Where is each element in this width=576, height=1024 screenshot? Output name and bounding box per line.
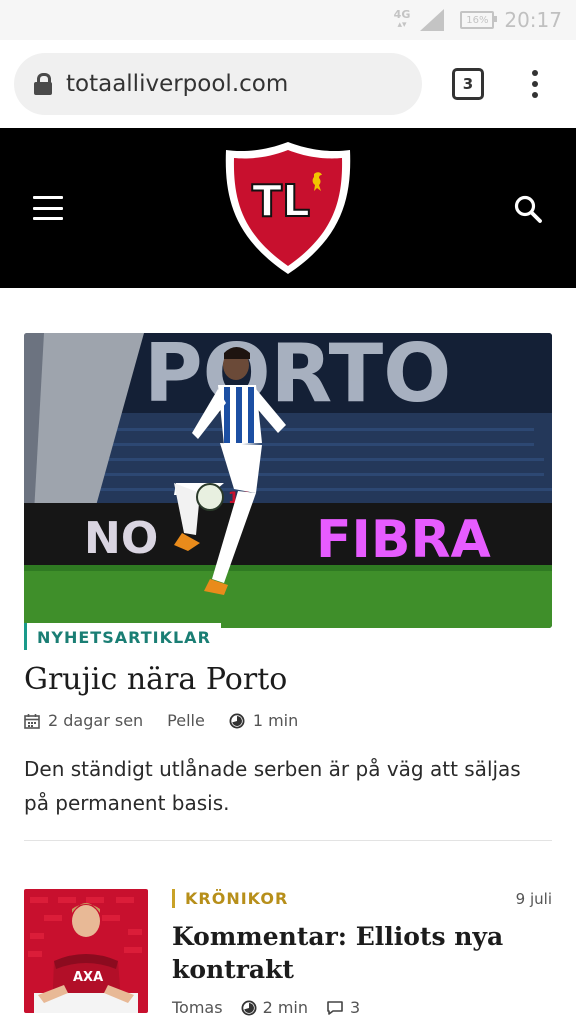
battery-level: 16% bbox=[466, 14, 489, 26]
read-time: 2 min bbox=[262, 998, 309, 1017]
overflow-menu-icon[interactable] bbox=[532, 70, 538, 98]
article-divider bbox=[24, 840, 552, 841]
status-bar: 4G ▴▾ 16% 20:17 bbox=[0, 0, 576, 40]
clock-icon bbox=[241, 1000, 257, 1015]
article-excerpt: Den ständigt utlånade serben är på väg a… bbox=[24, 757, 521, 815]
article-thumbnail[interactable]: AXA bbox=[24, 889, 148, 1013]
article-author[interactable]: Tomas bbox=[172, 998, 223, 1017]
battery-icon: 16% bbox=[460, 11, 498, 29]
article-meta: Tomas 2 min 3 bbox=[172, 998, 552, 1017]
ad-board-text: FIBRA bbox=[316, 510, 491, 570]
comment-icon[interactable] bbox=[326, 1000, 344, 1016]
featured-article-image[interactable]: PORTO NO FIBRA bbox=[24, 333, 552, 628]
category-label[interactable]: NYHETSARTIKLAR bbox=[24, 623, 221, 650]
ad-board-prefix: NO bbox=[84, 513, 158, 564]
stand-lettering: PORTO bbox=[144, 333, 451, 420]
article-list: PORTO NO FIBRA NYHETSARTIKLAR Grujic när… bbox=[0, 333, 576, 1017]
hamburger-menu-icon[interactable] bbox=[33, 196, 63, 220]
tab-count: 3 bbox=[462, 75, 474, 93]
article-card-header: KRÖNIKOR 9 juli bbox=[172, 889, 552, 908]
address-bar[interactable]: totaalliverpool.com bbox=[14, 53, 422, 115]
network-type-indicator: 4G ▴▾ bbox=[393, 8, 411, 30]
article-meta: 2 dagar sen Pelle 1 min bbox=[24, 711, 552, 730]
article-date: 9 juli bbox=[515, 889, 552, 908]
read-time: 1 min bbox=[252, 711, 299, 730]
site-header: TL bbox=[0, 128, 576, 288]
shirt-sponsor: AXA bbox=[73, 970, 103, 985]
clock: 20:17 bbox=[504, 8, 562, 32]
browser-toolbar: totaalliverpool.com 3 bbox=[0, 40, 576, 128]
signal-icon bbox=[420, 9, 445, 31]
url-text: totaalliverpool.com bbox=[66, 71, 289, 97]
calendar-icon bbox=[24, 713, 40, 729]
clock-icon bbox=[229, 713, 245, 728]
category-label[interactable]: KRÖNIKOR bbox=[172, 889, 288, 908]
featured-article[interactable]: PORTO NO FIBRA NYHETSARTIKLAR Grujic när… bbox=[24, 333, 552, 820]
article-date: 2 dagar sen bbox=[48, 711, 144, 730]
article-author[interactable]: Pelle bbox=[167, 711, 205, 730]
site-logo[interactable]: TL bbox=[222, 138, 354, 278]
article-title[interactable]: Kommentar: Elliots nya kontrakt bbox=[172, 920, 552, 986]
comment-count[interactable]: 3 bbox=[350, 998, 360, 1017]
article-card[interactable]: AXA KRÖNIKOR 9 juli Kommentar: Elliots n… bbox=[24, 889, 552, 1017]
tab-switcher-button[interactable]: 3 bbox=[452, 68, 484, 100]
lock-icon bbox=[34, 73, 52, 95]
search-icon[interactable] bbox=[513, 194, 543, 224]
logo-text: TL bbox=[252, 176, 310, 227]
article-title[interactable]: Grujic nära Porto bbox=[24, 662, 552, 697]
article-card-body: KRÖNIKOR 9 juli Kommentar: Elliots nya k… bbox=[172, 889, 552, 1017]
